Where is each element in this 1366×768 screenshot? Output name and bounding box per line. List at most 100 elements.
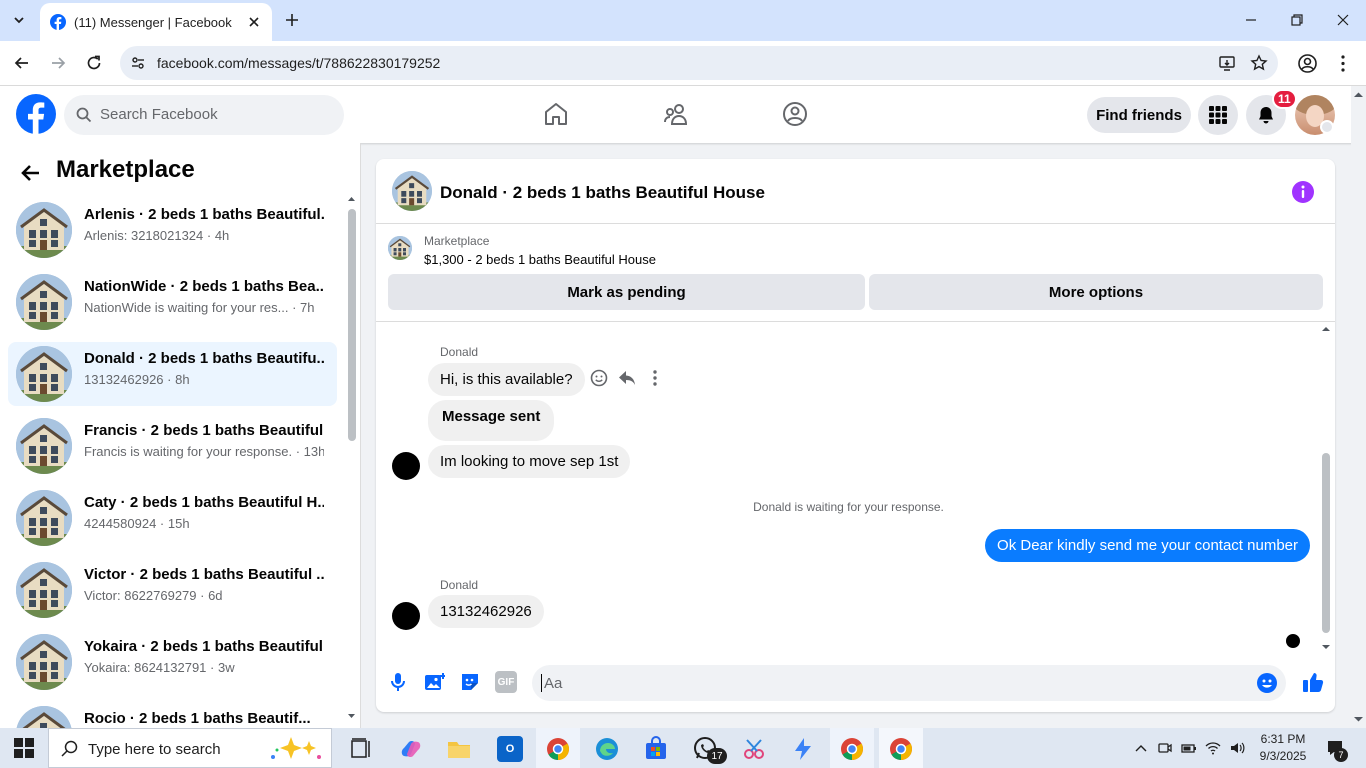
minimize-icon[interactable] (1243, 12, 1259, 28)
meet-now-icon[interactable] (1157, 740, 1173, 756)
forward-arrow-icon[interactable] (49, 54, 67, 72)
more-actions-icon[interactable] (645, 368, 665, 388)
windows-start-icon[interactable] (14, 738, 34, 758)
clock-time: 6:31 PM (1260, 732, 1306, 746)
sender-avatar[interactable] (392, 602, 420, 630)
scrollbar-thumb[interactable] (348, 209, 356, 441)
power-automate-icon[interactable] (790, 736, 816, 762)
menu-grid-button[interactable] (1198, 95, 1238, 135)
message-bubble[interactable]: Im looking to move sep 1st (428, 445, 631, 478)
battery-icon[interactable] (1181, 740, 1197, 756)
conversation-item[interactable]: Caty · 2 beds 1 baths Beautiful H... 4244… (8, 486, 337, 550)
close-tab-icon[interactable] (246, 14, 262, 30)
listing-title[interactable]: $1,300 - 2 beds 1 baths Beautiful House (424, 252, 656, 267)
close-window-icon[interactable] (1335, 12, 1351, 28)
clock-date: 9/3/2025 (1259, 749, 1307, 763)
edge-icon[interactable] (594, 736, 620, 762)
install-app-icon[interactable] (1218, 54, 1236, 72)
scroll-up-icon[interactable] (347, 195, 356, 203)
tab-search-button[interactable] (8, 9, 30, 31)
conversation-item[interactable]: Francis · 2 beds 1 baths Beautiful... Fra… (8, 414, 337, 478)
microsoft-store-icon[interactable] (643, 736, 669, 762)
chat-scrollbar[interactable] (1320, 325, 1332, 651)
thumbs-up-icon[interactable] (1302, 671, 1324, 693)
reply-icon[interactable] (617, 368, 637, 388)
conversation-item[interactable]: Rocio · 2 beds 1 baths Beautif... (8, 702, 337, 728)
volume-icon[interactable] (1229, 740, 1245, 756)
microphone-icon[interactable] (387, 671, 409, 693)
info-icon[interactable] (1292, 181, 1314, 203)
house-image (16, 418, 72, 474)
wifi-icon[interactable] (1205, 740, 1221, 756)
whatsapp-badge: 17 (707, 748, 727, 764)
conversation-item[interactable]: Arlenis · 2 beds 1 baths Beautiful... Arl… (8, 198, 337, 262)
copilot-icon[interactable] (398, 736, 424, 762)
conversation-name: Caty · 2 beds 1 baths Beautiful H... (84, 494, 324, 511)
facebook-header: Search Facebook Find friends 11 (0, 86, 1366, 143)
message-input[interactable]: Aa (532, 665, 1286, 701)
listing-avatar[interactable] (392, 171, 432, 211)
scroll-down-icon[interactable] (1320, 643, 1332, 651)
chrome-menu-icon[interactable] (1336, 54, 1350, 73)
taskbar-search-box[interactable]: Type here to search (48, 728, 332, 768)
scroll-up-icon[interactable] (1320, 325, 1332, 333)
outlook-icon[interactable]: O (497, 736, 523, 762)
chat-title[interactable]: Donald · 2 beds 1 baths Beautiful House (440, 183, 765, 203)
chrome-profile2-icon[interactable] (839, 736, 865, 762)
reload-icon[interactable] (85, 54, 103, 72)
conversation-name: Francis · 2 beds 1 baths Beautiful... (84, 422, 324, 439)
mark-as-pending-button[interactable]: Mark as pending (388, 274, 865, 310)
conversation-item[interactable]: Victor · 2 beds 1 baths Beautiful ... Vic… (8, 558, 337, 622)
listing-thumbnail[interactable] (388, 236, 412, 260)
chrome-active-icon[interactable] (888, 736, 914, 762)
chrome-profile-icon[interactable] (1298, 54, 1317, 73)
back-arrow-icon[interactable] (13, 54, 31, 72)
gif-button[interactable]: GIF (495, 671, 517, 693)
outgoing-message-bubble[interactable]: Ok Dear kindly send me your contact numb… (985, 529, 1310, 562)
sticker-icon[interactable] (459, 671, 481, 693)
scroll-down-icon[interactable] (347, 712, 356, 720)
conversation-name: Donald · 2 beds 1 baths Beautifu... (84, 350, 324, 367)
restore-icon[interactable] (1289, 12, 1305, 28)
more-options-button[interactable]: More options (869, 274, 1323, 310)
bookmark-star-icon[interactable] (1250, 54, 1268, 72)
facebook-logo-icon[interactable] (16, 94, 56, 134)
scroll-up-icon[interactable] (1351, 90, 1366, 100)
back-arrow-icon[interactable] (20, 162, 42, 184)
task-view-icon[interactable] (348, 736, 374, 762)
scrollbar-thumb[interactable] (1322, 453, 1330, 633)
search-highlight-icon (271, 737, 321, 759)
groups-icon[interactable] (781, 100, 809, 128)
react-emoji-icon[interactable] (589, 368, 609, 388)
facebook-search-input[interactable]: Search Facebook (64, 95, 344, 135)
new-tab-icon[interactable] (283, 11, 301, 29)
conversation-list-scrollbar[interactable] (347, 195, 356, 720)
listing-thumbnail (16, 346, 72, 402)
scroll-down-icon[interactable] (1351, 714, 1366, 724)
photo-attach-icon[interactable] (423, 671, 445, 693)
sender-avatar[interactable] (392, 452, 420, 480)
system-clock[interactable]: 6:31 PM 9/3/2025 (1258, 731, 1308, 765)
snipping-tool-icon[interactable] (741, 736, 767, 762)
page-scrollbar[interactable] (1351, 86, 1366, 728)
house-image (16, 202, 72, 258)
chrome-icon[interactable] (545, 736, 571, 762)
browser-toolbar: facebook.com/messages/t/788622830179252 (0, 41, 1366, 86)
account-chevron-icon[interactable] (1320, 120, 1334, 134)
message-bubble[interactable]: Message sent (428, 400, 555, 441)
browser-tab-messenger[interactable]: (11) Messenger | Facebook (40, 3, 272, 41)
conversation-item[interactable]: NationWide · 2 beds 1 baths Bea... Nation… (8, 270, 337, 334)
find-friends-button[interactable]: Find friends (1087, 97, 1191, 133)
conversation-item[interactable]: Donald · 2 beds 1 baths Beautifu... 13132… (8, 342, 337, 406)
message-bubble[interactable]: Hi, is this available? (428, 363, 585, 396)
chevron-up-icon[interactable] (1133, 740, 1149, 756)
site-settings-icon[interactable] (130, 55, 146, 71)
conversation-item[interactable]: Yokaira · 2 beds 1 baths Beautiful... Yok… (8, 630, 337, 694)
emoji-picker-icon[interactable] (1256, 672, 1278, 694)
home-icon[interactable] (542, 100, 570, 128)
message-bubble[interactable]: 13132462926 (428, 595, 544, 628)
listing-thumbnail (16, 202, 72, 258)
address-bar[interactable]: facebook.com/messages/t/788622830179252 (120, 46, 1278, 80)
file-explorer-icon[interactable] (446, 736, 472, 762)
friends-icon[interactable] (662, 100, 690, 128)
